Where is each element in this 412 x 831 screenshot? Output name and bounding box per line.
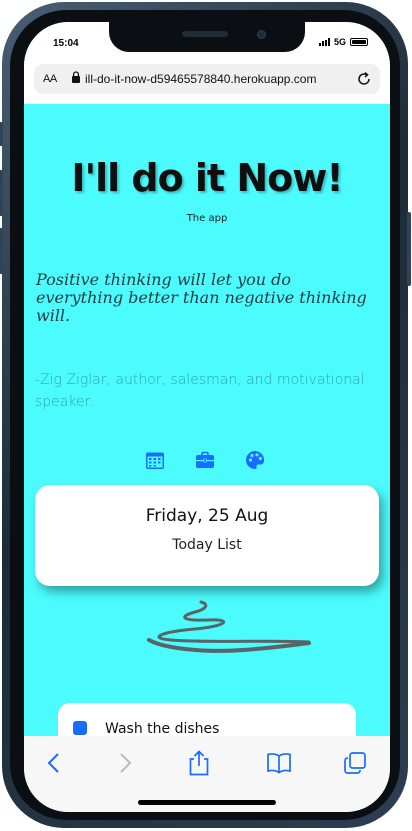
text-size-button[interactable]: AA: [43, 73, 65, 85]
browser-toolbar: [24, 736, 390, 812]
speaker-grille: [182, 31, 228, 37]
status-indicators: 5G: [318, 37, 368, 47]
bookmarks-icon[interactable]: [264, 750, 294, 776]
volume-up-button: [0, 170, 3, 216]
calendar-icon[interactable]: [145, 450, 165, 470]
mute-switch: [0, 122, 3, 146]
task-label: Wash the dishes: [105, 721, 220, 737]
icon-nav: [145, 450, 265, 470]
status-time: 15:04: [53, 38, 79, 49]
quote-text: Positive thinking will let you do everyt…: [36, 270, 367, 325]
app-subtitle: The app: [186, 213, 228, 224]
swirl-decoration: [123, 598, 313, 666]
palette-icon[interactable]: [245, 450, 265, 470]
current-date: Friday, 25 Aug: [145, 506, 269, 526]
phone-screen: 15:04 5G AA ill-do-it-now-d59465578840.h…: [24, 22, 390, 812]
briefcase-icon[interactable]: [195, 450, 215, 470]
address-bar[interactable]: AA ill-do-it-now-d59465578840.herokuapp.…: [34, 64, 380, 94]
notch: [109, 22, 305, 52]
battery-icon: [350, 38, 368, 46]
home-indicator[interactable]: [138, 800, 276, 805]
back-icon[interactable]: [41, 750, 67, 776]
browser-top-area: 15:04 5G AA ill-do-it-now-d59465578840.h…: [24, 22, 390, 104]
forward-icon[interactable]: [112, 750, 138, 776]
lock-icon: [71, 70, 81, 88]
date-card: Friday, 25 Aug Today List: [35, 485, 379, 586]
front-camera: [257, 30, 266, 39]
task-checkbox[interactable]: [73, 721, 87, 735]
network-label: 5G: [333, 37, 346, 47]
tabs-icon[interactable]: [342, 750, 368, 776]
power-button: [407, 212, 411, 286]
app-title: I'll do it Now!: [71, 156, 343, 200]
share-icon[interactable]: [186, 750, 212, 776]
volume-down-button: [0, 228, 3, 274]
signal-icon: [318, 38, 330, 46]
reload-icon[interactable]: [356, 71, 372, 92]
list-name: Today List: [172, 537, 242, 553]
url-text[interactable]: ill-do-it-now-d59465578840.herokuapp.com: [85, 72, 335, 86]
quote-author: -Zig Ziglar, author, salesman, and motiv…: [35, 372, 365, 410]
